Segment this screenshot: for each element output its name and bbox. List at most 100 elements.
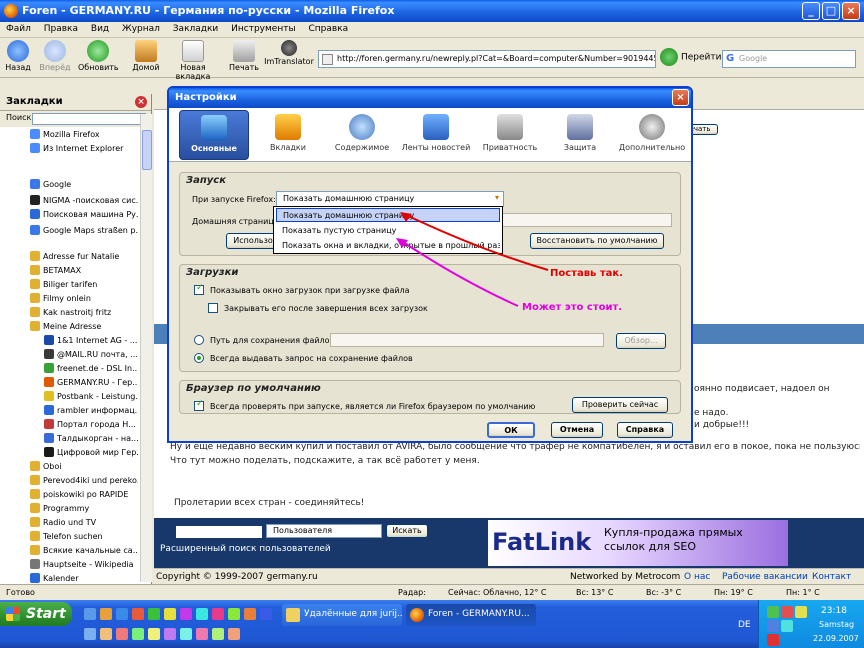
bookmark-item[interactable]: Из Internet Explorer <box>30 143 138 156</box>
bookmark-item[interactable]: Programmy <box>30 503 138 516</box>
quicklaunch-icon[interactable] <box>244 608 256 620</box>
extended-search-link[interactable]: Расширенный поиск пользователей <box>160 544 331 554</box>
quicklaunch-icon[interactable] <box>148 628 160 640</box>
category-advanced[interactable]: Дополнительно <box>617 110 687 160</box>
bookmark-item[interactable]: Biliger tarifen <box>30 279 138 292</box>
quicklaunch-icon[interactable] <box>212 628 224 640</box>
show-downloads-checkbox[interactable] <box>194 283 204 295</box>
clock-time[interactable]: 23:18 <box>821 606 847 616</box>
save-path-radio[interactable] <box>194 335 204 345</box>
bookmark-item[interactable]: Telefon suchen <box>30 531 138 544</box>
category-security[interactable]: Защита <box>545 110 615 160</box>
bookmark-item[interactable]: rambler информац... <box>44 405 138 418</box>
category-general[interactable]: Основные <box>179 110 249 160</box>
category-tabs[interactable]: Вкладки <box>253 110 323 160</box>
window-titlebar[interactable]: Foren - GERMANY.RU - Германия по-русски … <box>0 0 864 22</box>
forward-button[interactable]: Вперёд <box>38 40 72 72</box>
quicklaunch-icon[interactable] <box>116 628 128 640</box>
tray-icon[interactable] <box>795 606 807 618</box>
menu-file[interactable]: Файл <box>0 22 35 34</box>
contact-link[interactable]: Контакт <box>812 572 851 582</box>
sidebar-search-input[interactable] <box>32 113 146 125</box>
quicklaunch-icon[interactable] <box>228 608 240 620</box>
restore-default-button[interactable]: Восстановить по умолчанию <box>530 233 664 249</box>
bookmark-item[interactable]: Google <box>30 179 138 192</box>
use-current-button[interactable]: Использо <box>226 233 280 249</box>
menu-history[interactable]: Журнал <box>116 22 164 34</box>
cancel-button[interactable]: Отмена <box>551 422 603 438</box>
user-search-input[interactable] <box>176 526 262 538</box>
menu-bookmarks[interactable]: Закладки <box>167 22 223 34</box>
bookmark-item[interactable]: Поисковая машина Ру... <box>30 209 138 222</box>
bookmark-item[interactable]: Hauptseite - Wikipedia <box>30 559 138 572</box>
always-ask-radio[interactable] <box>194 353 204 363</box>
tray-icon[interactable] <box>781 620 793 632</box>
quicklaunch-icon[interactable] <box>180 608 192 620</box>
back-button[interactable]: Назад <box>4 40 32 72</box>
dropdown-option-restore[interactable]: Показать окна и вкладки, открытые в прош… <box>276 239 500 253</box>
ok-button[interactable]: ОК <box>487 422 535 438</box>
quicklaunch-icon[interactable] <box>100 628 112 640</box>
task-deleted-mail[interactable]: Удалённые для jurij... <box>282 604 402 626</box>
quicklaunch-icon[interactable] <box>116 608 128 620</box>
quicklaunch-icon[interactable] <box>148 608 160 620</box>
category-feeds[interactable]: Ленты новостей <box>401 110 471 160</box>
browse-button[interactable]: Обзор... <box>616 333 666 349</box>
bookmark-item[interactable]: Google Maps straßen p... <box>30 225 138 238</box>
jobs-link[interactable]: Рабочие вакансии <box>722 572 808 582</box>
quicklaunch-icon[interactable] <box>164 608 176 620</box>
new-tab-button[interactable]: Новая вкладка <box>164 40 222 81</box>
user-type-select[interactable]: Пользователя <box>266 524 382 538</box>
bookmark-item[interactable]: @MAIL.RU почта, ... <box>44 349 138 362</box>
quicklaunch-icon[interactable] <box>228 628 240 640</box>
minimize-button[interactable]: _ <box>802 2 820 20</box>
menu-help[interactable]: Справка <box>302 22 352 34</box>
bookmark-item[interactable]: Цифровой мир Гер... <box>44 447 138 460</box>
quicklaunch-icon[interactable] <box>212 608 224 620</box>
bookmark-item[interactable]: NIGMA -поисковая сис... <box>30 195 138 208</box>
quicklaunch-icon[interactable] <box>164 628 176 640</box>
task-firefox[interactable]: Foren - GERMANY.RU... <box>406 604 536 626</box>
quicklaunch-icon[interactable] <box>196 608 208 620</box>
dialog-close-button[interactable]: × <box>672 89 689 106</box>
bookmark-item[interactable]: Filmy onlein <box>30 293 138 306</box>
category-content[interactable]: Содержимое <box>327 110 397 160</box>
help-button[interactable]: Справка <box>617 422 673 438</box>
category-privacy[interactable]: Приватность <box>475 110 545 160</box>
print-button[interactable]: Печать <box>228 40 260 72</box>
start-button[interactable]: Start <box>0 602 72 626</box>
language-indicator[interactable]: DE <box>738 620 751 630</box>
default-browser-checkbox[interactable] <box>194 399 204 411</box>
tray-icon[interactable] <box>767 606 779 618</box>
check-now-button[interactable]: Проверить сейчас <box>572 397 668 413</box>
bookmark-item[interactable]: Radio und TV <box>30 517 138 530</box>
menu-view[interactable]: Вид <box>85 22 113 34</box>
home-button[interactable]: Домой <box>132 40 160 72</box>
quicklaunch-icon[interactable] <box>132 608 144 620</box>
quicklaunch-icon[interactable] <box>180 628 192 640</box>
bookmark-item[interactable]: freenet.de - DSL In... <box>44 363 138 376</box>
close-sidebar-icon[interactable]: × <box>135 96 147 108</box>
fatlink-ad-banner[interactable]: FatLink Купля-продажа прямых ссылок для … <box>488 520 788 566</box>
maximize-button[interactable]: □ <box>822 2 840 20</box>
search-input[interactable]: G Google <box>722 50 856 68</box>
dialog-titlebar[interactable]: Настройки × <box>169 88 691 108</box>
bookmark-item[interactable]: Портал города Н... <box>44 419 138 432</box>
imtranslator-button[interactable]: ImTranslator <box>264 40 314 66</box>
quicklaunch-icon[interactable] <box>84 608 96 620</box>
quicklaunch-icon[interactable] <box>196 628 208 640</box>
networked-link[interactable]: Networked by Metrocom <box>570 572 680 582</box>
bookmark-item[interactable]: BETAMAX <box>30 265 138 278</box>
tray-icon[interactable] <box>781 606 793 618</box>
url-bar[interactable]: http://foren.germany.ru/newreply.pl?Cat=… <box>318 50 656 68</box>
user-search-button[interactable]: Искать <box>386 524 428 538</box>
bookmark-item[interactable]: Postbank - Leistung... <box>44 391 138 404</box>
bookmark-item[interactable]: Adresse fur Natalie <box>30 251 138 264</box>
close-downloads-checkbox[interactable] <box>208 303 218 313</box>
scroll-thumb[interactable] <box>142 130 152 170</box>
dropdown-option-blank[interactable]: Показать пустую страницу <box>276 224 500 238</box>
sidebar-scrollbar[interactable] <box>140 114 152 582</box>
quicklaunch-icon[interactable] <box>100 608 112 620</box>
reload-button[interactable]: Обновить <box>78 40 119 72</box>
quicklaunch-icon[interactable] <box>84 628 96 640</box>
